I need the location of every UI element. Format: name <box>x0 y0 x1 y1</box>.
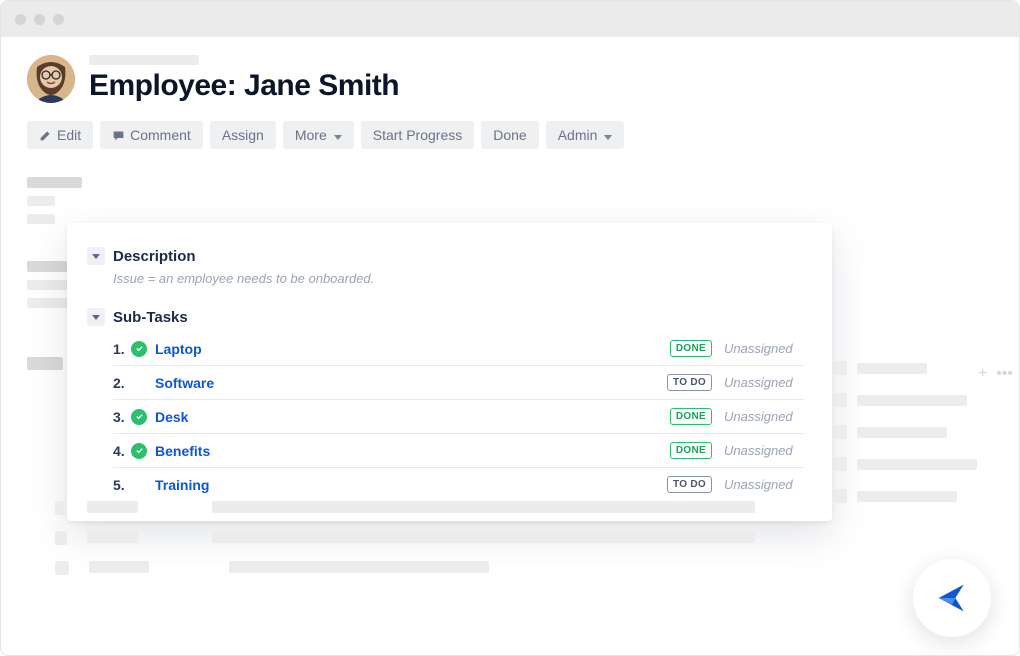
subtasks-heading: Sub-Tasks <box>113 309 188 326</box>
subtask-assignee: Unassigned <box>724 477 804 492</box>
subtask-row: 2. SoftwareTO DO Unassigned <box>113 366 804 400</box>
breadcrumb-placeholder <box>89 55 199 65</box>
check-circle-icon <box>131 409 147 425</box>
app-window: Employee: Jane Smith Edit Comment Assign… <box>0 0 1020 656</box>
admin-button-label: Admin <box>558 127 598 143</box>
edit-button[interactable]: Edit <box>27 121 93 149</box>
subtask-assignee: Unassigned <box>724 375 804 390</box>
status-badge: TO DO <box>667 476 712 493</box>
more-button-label: More <box>295 127 327 143</box>
subtask-row: 3. DeskDONE Unassigned <box>113 400 804 434</box>
subtask-assignee: Unassigned <box>724 341 804 356</box>
subtasks-section-header: Sub-Tasks <box>87 308 804 326</box>
chevron-down-icon <box>332 127 342 143</box>
subtask-number: 5. <box>113 477 131 493</box>
window-control-minimize[interactable] <box>34 14 45 25</box>
start-progress-button[interactable]: Start Progress <box>361 121 474 149</box>
subtask-link[interactable]: Laptop <box>155 341 670 357</box>
subtask-link[interactable]: Desk <box>155 409 670 425</box>
subtask-number: 3. <box>113 409 131 425</box>
subtask-number: 4. <box>113 443 131 459</box>
subtask-row: 4. BenefitsDONE Unassigned <box>113 434 804 468</box>
window-titlebar <box>1 1 1019 37</box>
subtask-row: 1. LaptopDONE Unassigned <box>113 332 804 366</box>
check-circle-icon <box>131 341 147 357</box>
start-progress-label: Start Progress <box>373 127 462 143</box>
subtask-number: 2. <box>113 375 131 391</box>
comment-button[interactable]: Comment <box>100 121 203 149</box>
subtask-row: 5. TrainingTO DO Unassigned <box>113 468 804 501</box>
more-button[interactable]: More <box>283 121 354 149</box>
status-badge: DONE <box>670 442 712 459</box>
description-heading: Description <box>113 248 196 265</box>
admin-button[interactable]: Admin <box>546 121 625 149</box>
subtask-list: 1.LaptopDONEUnassigned2.SoftwareTO DOUna… <box>113 332 804 501</box>
description-text: Issue = an employee needs to be onboarde… <box>113 271 804 286</box>
action-toolbar: Edit Comment Assign More Start Progress … <box>27 121 993 149</box>
edit-button-label: Edit <box>57 127 81 143</box>
send-icon <box>932 578 972 618</box>
assign-button[interactable]: Assign <box>210 121 276 149</box>
pencil-icon <box>39 129 52 142</box>
bottom-skeleton <box>55 501 755 591</box>
subtask-link[interactable]: Software <box>155 375 667 391</box>
done-button[interactable]: Done <box>481 121 538 149</box>
collapse-description-button[interactable] <box>87 247 105 265</box>
subtask-link[interactable]: Training <box>155 477 667 493</box>
right-panel-skeleton <box>833 361 993 521</box>
subtask-number: 1. <box>113 341 131 357</box>
status-badge: TO DO <box>667 374 712 391</box>
page-title: Employee: Jane Smith <box>89 69 399 103</box>
help-fab[interactable] <box>913 559 991 637</box>
issue-detail-card: Description Issue = an employee needs to… <box>67 223 832 521</box>
window-control-close[interactable] <box>15 14 26 25</box>
subtask-assignee: Unassigned <box>724 443 804 458</box>
assign-button-label: Assign <box>222 127 264 143</box>
subtask-assignee: Unassigned <box>724 409 804 424</box>
sidebar-skeleton-3 <box>27 357 63 378</box>
description-section-header: Description <box>87 247 804 265</box>
comment-button-label: Comment <box>130 127 191 143</box>
done-button-label: Done <box>493 127 526 143</box>
comment-icon <box>112 129 125 142</box>
chevron-down-icon <box>602 127 612 143</box>
status-badge: DONE <box>670 340 712 357</box>
subtask-link[interactable]: Benefits <box>155 443 670 459</box>
page-content: Employee: Jane Smith Edit Comment Assign… <box>1 37 1019 149</box>
collapse-subtasks-button[interactable] <box>87 308 105 326</box>
check-circle-icon <box>131 443 147 459</box>
window-control-maximize[interactable] <box>53 14 64 25</box>
status-badge: DONE <box>670 408 712 425</box>
employee-avatar <box>27 55 75 103</box>
page-header: Employee: Jane Smith <box>27 55 993 103</box>
